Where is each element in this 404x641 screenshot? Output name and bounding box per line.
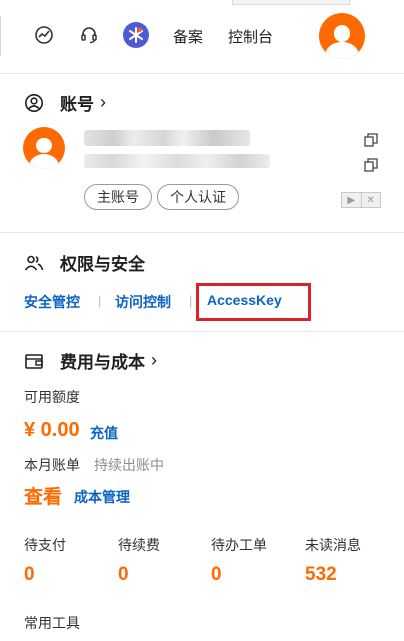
pending-tickets-count[interactable]: 0 <box>211 564 222 586</box>
avatar-body-shape <box>325 42 359 59</box>
wallet-icon <box>24 351 44 371</box>
chevron-right-icon: › <box>151 350 157 370</box>
billing-status: 持续出账中 <box>94 457 164 473</box>
account-avatar <box>23 127 65 169</box>
costs-title-text: 费用与成本 <box>60 353 145 372</box>
view-bill-link[interactable]: 查看 <box>24 482 62 509</box>
common-tools-title: 常用工具 <box>24 615 80 631</box>
pending-renewal-count[interactable]: 0 <box>118 564 129 586</box>
top-navigation-bar: 备案 控制台 <box>0 0 404 74</box>
filing-link[interactable]: 备案 <box>173 26 203 47</box>
personal-verification-tag: 个人认证 <box>157 184 239 210</box>
users-icon <box>24 253 44 273</box>
chevron-right-icon: › <box>100 92 106 112</box>
section-divider <box>0 331 404 332</box>
permissions-title-text: 权限与安全 <box>60 255 145 274</box>
avatar-head-shape <box>36 137 52 154</box>
recharge-link[interactable]: 充值 <box>90 423 118 443</box>
copy-icon[interactable] <box>364 133 378 147</box>
pending-tickets-label: 待办工单 <box>211 537 267 553</box>
cloud-assistant-icon[interactable] <box>123 22 149 48</box>
link-separator: | <box>98 293 102 308</box>
avatar-body-shape <box>28 153 60 169</box>
available-credit-amount: ¥ 0.00 <box>24 419 80 441</box>
close-icon: ✕ <box>360 193 381 207</box>
pending-payment-count[interactable]: 0 <box>24 564 35 586</box>
account-name-redacted <box>84 130 250 146</box>
pending-renewal-label: 待续费 <box>118 537 160 553</box>
monthly-bill-label: 本月账单 <box>24 457 80 473</box>
available-credit-label: 可用额度 <box>24 389 80 405</box>
tab-peek <box>232 0 350 5</box>
security-control-link[interactable]: 安全管控 <box>24 292 80 312</box>
cost-management-link[interactable]: 成本管理 <box>74 487 130 507</box>
permissions-title: 权限与安全 <box>24 250 145 275</box>
avatar-head-shape <box>333 24 351 42</box>
headset-icon[interactable] <box>78 24 100 46</box>
highlight-box <box>196 283 311 321</box>
user-avatar[interactable] <box>319 13 365 59</box>
section-divider <box>0 232 404 233</box>
console-link[interactable]: 控制台 <box>228 26 273 47</box>
access-control-link[interactable]: 访问控制 <box>115 292 171 312</box>
account-title: 账号 <box>60 95 94 114</box>
account-title-link[interactable]: 账号 › <box>24 90 106 115</box>
play-icon: ▶ <box>347 194 356 206</box>
main-account-tag: 主账号 <box>84 184 152 210</box>
link-separator: | <box>189 293 193 308</box>
unread-messages-label: 未读消息 <box>305 537 361 553</box>
chart-icon[interactable] <box>33 24 55 46</box>
panel-edge <box>0 16 1 56</box>
pending-payment-label: 待支付 <box>24 537 66 553</box>
account-id-redacted <box>84 154 270 168</box>
costs-title-link[interactable]: 费用与成本 › <box>24 348 157 373</box>
copy-icon[interactable] <box>364 158 378 172</box>
unread-messages-count[interactable]: 532 <box>305 564 337 586</box>
ad-badge[interactable]: ▶ ✕ <box>341 192 381 208</box>
user-circle-icon <box>24 93 44 113</box>
